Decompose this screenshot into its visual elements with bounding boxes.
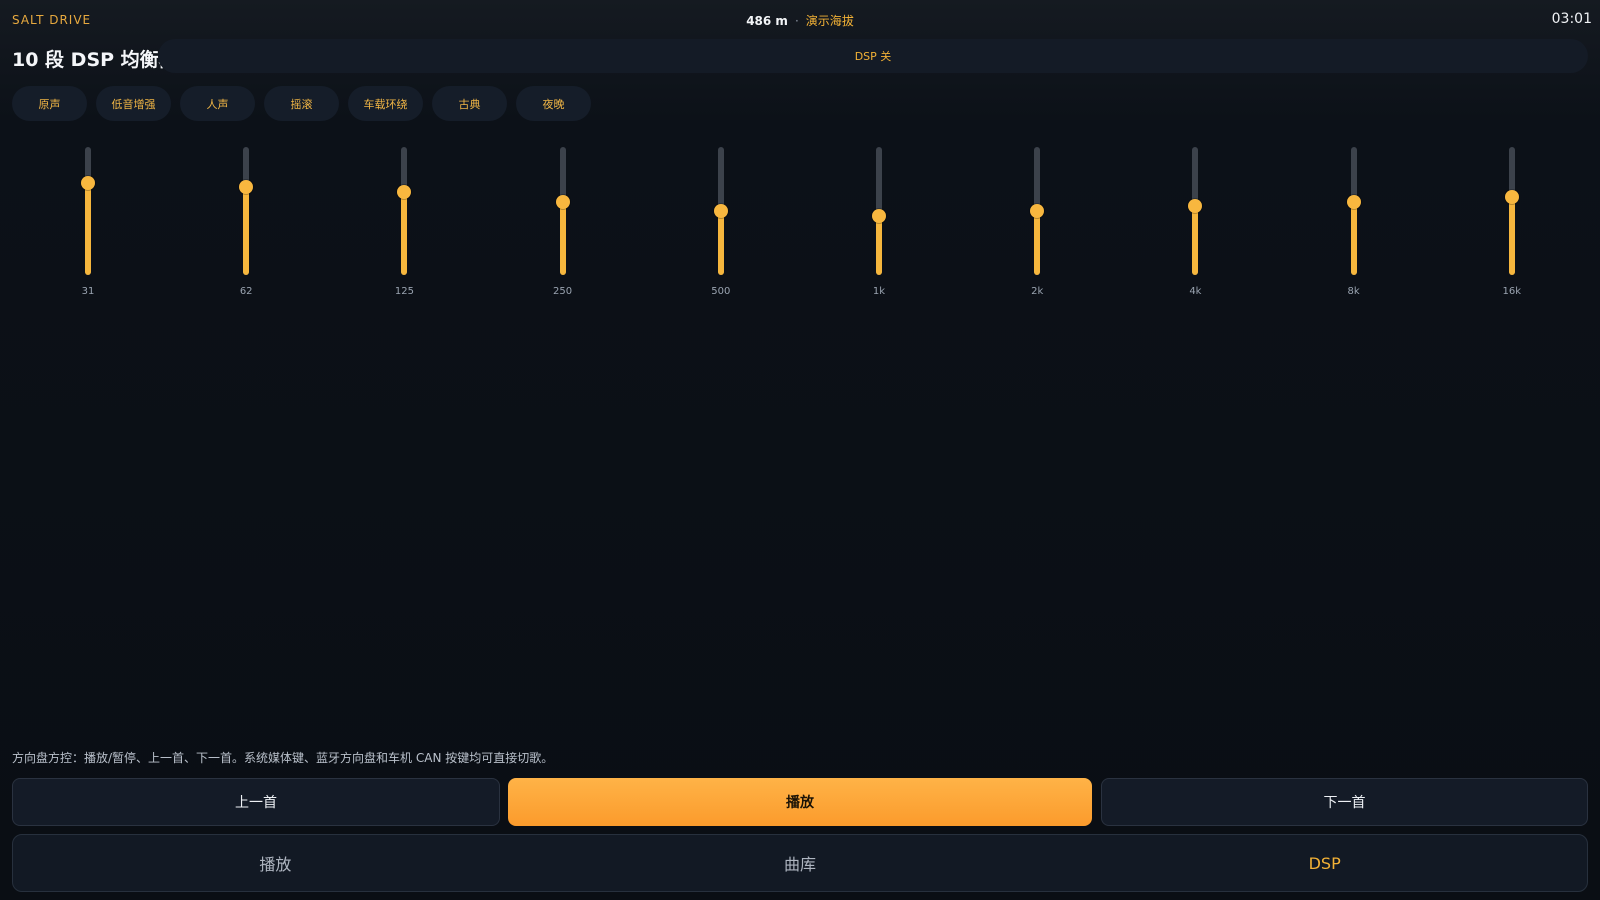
eq-slider-fill	[876, 216, 882, 275]
eq-band-4k: 4k	[1165, 140, 1225, 310]
eq-slider-track[interactable]	[559, 147, 566, 275]
tab-播放[interactable]: 播放	[13, 835, 538, 891]
page-title: 10 段 DSP 均衡器	[12, 49, 178, 71]
eq-slider-thumb[interactable]	[1346, 195, 1361, 210]
preset-chip[interactable]: 古典	[432, 86, 507, 121]
eq-slider-thumb[interactable]	[239, 179, 254, 194]
play-button[interactable]: 播放	[508, 778, 1092, 826]
eq-slider-thumb[interactable]	[1188, 198, 1203, 213]
eq-band-125: 125	[374, 140, 434, 310]
dsp-toggle-button[interactable]: DSP 关	[158, 39, 1588, 73]
eq-slider-thumb[interactable]	[397, 184, 412, 199]
eq-frequency-label: 8k	[1347, 286, 1360, 297]
eq-slider-thumb[interactable]	[713, 204, 728, 218]
bottom-tab-bar: 播放 曲库 DSP	[12, 834, 1588, 892]
eq-slider-fill	[559, 202, 566, 275]
eq-slider-fill	[1034, 211, 1041, 275]
transport-controls: 上一首 播放 下一首	[12, 778, 1588, 826]
previous-track-button[interactable]: 上一首	[12, 778, 500, 826]
altitude-value: 486 m	[746, 14, 788, 28]
eq-band-8k: 8k	[1324, 140, 1384, 310]
steering-control-hint: 方向盘方控：播放/暂停、上一首、下一首。系统媒体键、蓝牙方向盘和车机 CAN 按…	[12, 751, 554, 765]
preset-chip[interactable]: 车载环绕	[348, 86, 423, 121]
eq-frequency-label: 62	[239, 286, 253, 297]
preset-chip[interactable]: 摇滚	[264, 86, 339, 121]
eq-frequency-label: 250	[553, 286, 573, 297]
eq-slider-fill	[401, 191, 408, 275]
status-bar: SALT DRIVE 486 m · 演示海拔 03:01	[0, 0, 1600, 40]
eq-slider-thumb[interactable]	[555, 195, 570, 210]
eq-slider-fill	[243, 186, 250, 275]
eq-band-250: 250	[533, 140, 593, 310]
eq-slider-thumb[interactable]	[1504, 189, 1519, 204]
eq-frequency-label: 1k	[872, 286, 886, 297]
eq-slider-track[interactable]	[401, 147, 408, 275]
eq-slider-track[interactable]	[243, 147, 250, 275]
clock: 03:01	[1551, 11, 1592, 27]
eq-slider-thumb[interactable]	[1030, 204, 1045, 218]
eq-frequency-label: 16k	[1502, 286, 1522, 297]
next-track-button[interactable]: 下一首	[1101, 778, 1588, 826]
eq-frequency-label: 125	[394, 286, 414, 297]
eq-slider-track[interactable]	[1508, 147, 1515, 275]
equalizer: 31 62 125 250 500 1k 2k 4k 8k 16k	[0, 140, 1600, 310]
eq-slider-thumb[interactable]	[81, 175, 95, 190]
eq-slider-fill	[1192, 205, 1199, 275]
eq-slider-fill	[1350, 202, 1357, 275]
eq-band-500: 500	[691, 140, 751, 310]
eq-slider-fill	[85, 182, 91, 275]
eq-band-2k: 2k	[1007, 140, 1067, 310]
eq-slider-track[interactable]	[1350, 147, 1357, 275]
eq-frequency-label: 2k	[1031, 286, 1044, 297]
eq-slider-fill	[717, 211, 724, 275]
eq-band-62: 62	[216, 140, 276, 310]
eq-band-16k: 16k	[1482, 140, 1542, 310]
eq-slider-track[interactable]	[85, 147, 91, 275]
preset-chip[interactable]: 夜晚	[516, 86, 591, 121]
dsp-equalizer-screen: SALT DRIVE 486 m · 演示海拔 03:01 10 段 DSP 均衡器…	[0, 0, 1600, 900]
eq-band-1k: 1k	[849, 140, 909, 310]
preset-chip[interactable]: 原声	[12, 86, 87, 121]
eq-frequency-label: 31	[81, 286, 95, 297]
eq-slider-thumb[interactable]	[872, 209, 886, 224]
eq-frequency-label: 4k	[1189, 286, 1202, 297]
preset-chip[interactable]: 低音增强	[96, 86, 171, 121]
altitude-readout: 486 m · 演示海拔	[0, 12, 1600, 29]
altitude-separator: ·	[794, 14, 799, 28]
eq-band-31: 31	[58, 140, 118, 310]
tab-dsp[interactable]: DSP	[1062, 835, 1587, 891]
preset-list: 原声 低音增强 人声 摇滚 车载环绕 古典 夜晚	[12, 86, 591, 121]
altitude-label: 演示海拔	[805, 14, 854, 28]
preset-chip[interactable]: 人声	[180, 86, 255, 121]
eq-slider-fill	[1508, 196, 1515, 275]
tab-曲库[interactable]: 曲库	[538, 835, 1063, 891]
eq-frequency-label: 500	[711, 286, 731, 297]
